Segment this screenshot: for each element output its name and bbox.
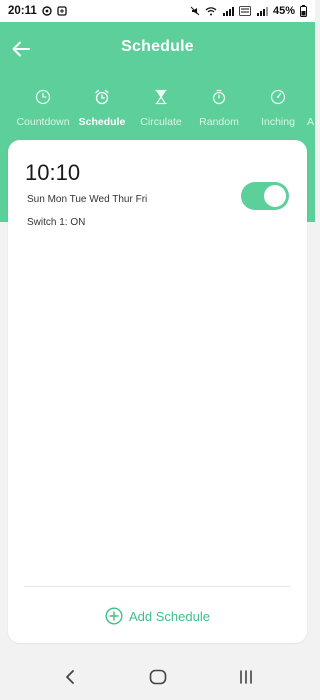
schedule-item[interactable]: 10:10 Sun Mon Tue Wed Thur Fri Switch 1:… [8,140,307,240]
mode-tabs: Countdown Schedule Circulate Random Inch… [0,86,315,136]
add-schedule-label: Add Schedule [129,608,210,624]
tab-partial[interactable]: A [306,86,315,136]
alarm-icon [93,88,111,106]
tab-countdown[interactable]: Countdown [16,86,70,136]
divider [24,586,290,587]
schedule-time: 10:10 [25,160,81,185]
tab-label: Circulate [140,116,182,128]
notification-app-icon [57,6,67,16]
system-nav-bar [0,654,315,700]
add-circle-icon [105,607,123,625]
schedule-days: Sun Mon Tue Wed Thur Fri [27,194,148,205]
recents-icon [240,670,252,684]
nav-recents-button[interactable] [232,664,260,690]
tab-label: Schedule [78,116,126,128]
battery-icon [300,5,307,17]
volte-icon [239,6,251,16]
back-icon [66,670,74,684]
nav-home-button[interactable] [144,664,172,690]
tab-circulate[interactable]: Circulate [138,86,184,136]
tab-label: A [306,116,314,128]
clock-icon [34,88,52,106]
mute-icon [190,6,200,16]
wifi-icon [205,6,217,16]
toggle-knob [264,185,286,207]
page-title: Schedule [121,38,194,55]
timer-icon [269,88,287,106]
tab-inching[interactable]: Inching [256,86,300,136]
settings-gear-icon [42,6,52,16]
schedule-card: 10:10 Sun Mon Tue Wed Thur Fri Switch 1:… [8,140,307,643]
add-schedule-button[interactable]: Add Schedule [8,602,307,630]
battery-percent: 45% [272,5,295,17]
nav-back-button[interactable] [56,664,84,690]
stopwatch-icon [210,88,228,106]
tab-label: Random [199,116,239,128]
schedule-switch-state: Switch 1: ON [27,217,86,228]
tab-label: Inching [261,116,295,128]
tab-schedule[interactable]: Schedule [78,86,126,136]
status-left: 20:11 [8,5,67,17]
status-right: 45% [190,5,307,17]
schedule-enable-toggle[interactable] [241,182,289,210]
tab-random[interactable]: Random [197,86,241,136]
hourglass-icon [152,88,170,106]
signal-icon [222,6,234,16]
home-icon [149,669,167,685]
status-time: 20:11 [8,5,37,17]
tab-label: Countdown [16,116,70,128]
tab-partial-icon [306,88,315,106]
signal-2-icon [256,6,268,16]
status-bar: 20:11 45% [0,0,315,22]
